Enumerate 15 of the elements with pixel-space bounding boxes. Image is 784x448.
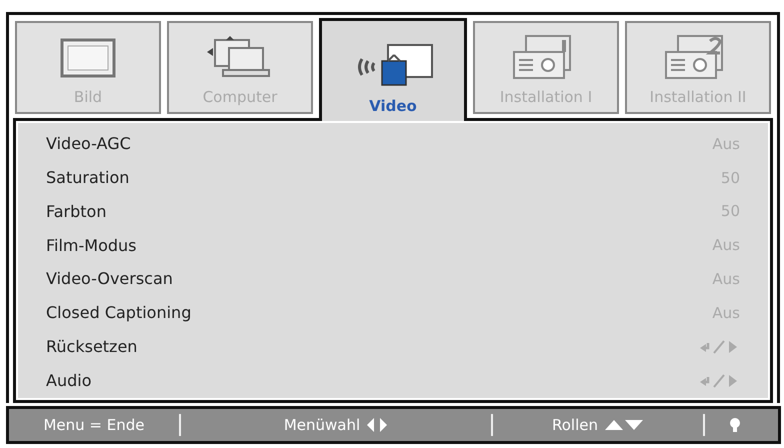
bulb-icon — [728, 416, 742, 434]
setting-label[interactable]: Rücksetzen — [46, 335, 138, 360]
setting-label[interactable]: Film-Modus — [46, 234, 137, 258]
left-right-arrows-icon — [366, 417, 388, 433]
menu-tab[interactable]: Video — [319, 18, 467, 121]
setting-label[interactable]: Video-AGC — [46, 132, 131, 156]
setting-label[interactable]: Video-Overscan — [46, 267, 173, 292]
setting-label[interactable]: Farbton — [46, 200, 106, 224]
setting-label[interactable]: Saturation — [46, 166, 130, 190]
footer-hint: Menu = Ende — [43, 414, 145, 436]
footer-hint: Rollen — [552, 414, 598, 436]
setting-label[interactable]: Closed Captioning — [46, 301, 192, 326]
setting-label[interactable]: Audio — [46, 368, 92, 393]
up-down-arrows-icon — [604, 418, 644, 432]
footer-hint: Menüwahl — [284, 414, 360, 436]
